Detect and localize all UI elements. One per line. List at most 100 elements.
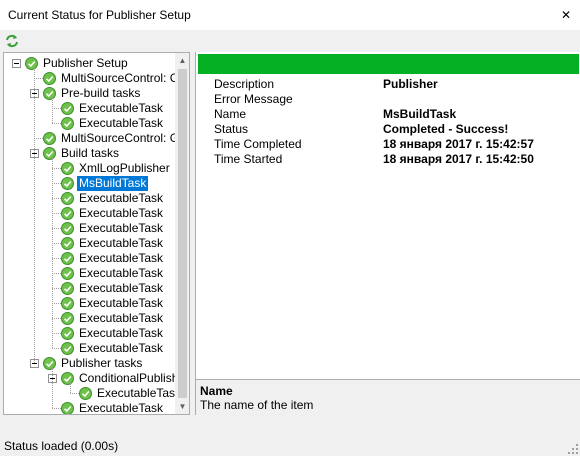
tree-node-label[interactable]: ExecutableTask [77, 236, 165, 251]
property-grid[interactable]: Description Publisher Error Message Name MsB… [198, 77, 579, 167]
tree-node[interactable]: ExecutableTask [4, 191, 175, 206]
tree-connector [52, 303, 61, 304]
tree-node[interactable]: ExecutableTask [4, 206, 175, 221]
property-row[interactable]: Time Started 18 января 2017 г. 15:42:50 [198, 152, 579, 167]
tree-node[interactable]: ExecutableTask [4, 101, 175, 116]
success-check-icon [61, 192, 74, 205]
tree-node[interactable]: MultiSourceControl: GetSources [4, 131, 175, 146]
success-check-icon [61, 222, 74, 235]
property-name: Status [214, 122, 249, 136]
tree-node[interactable]: ExecutableTask [4, 221, 175, 236]
tree-node-label[interactable]: ExecutableTask [77, 251, 165, 266]
tree-connector [52, 258, 61, 259]
tree-node[interactable]: ExecutableTask [4, 296, 175, 311]
tree-node-label[interactable]: MultiSourceControl: CheckoutSources [59, 71, 175, 86]
success-check-icon [25, 57, 38, 70]
property-row[interactable]: Description Publisher [198, 77, 579, 92]
tree-node[interactable]: ExecutableTask [4, 266, 175, 281]
tree-node[interactable]: Publisher tasks [4, 356, 175, 371]
property-value: MsBuildTask [383, 107, 457, 121]
refresh-icon[interactable] [3, 32, 21, 50]
tree-node-label[interactable]: ConditionalPublisher [77, 371, 175, 386]
tree-node-label[interactable]: ExecutableTask [77, 311, 165, 326]
tree-connector [34, 78, 43, 79]
tree-node[interactable]: Build tasks [4, 146, 175, 161]
tree-node[interactable]: Publisher Setup [4, 56, 175, 71]
tree-scrollbar[interactable]: ▲ ▼ [175, 53, 189, 414]
tree-node-label[interactable]: MultiSourceControl: GetSources [59, 131, 175, 146]
resize-grip-icon[interactable] [568, 444, 578, 454]
tree-connector [52, 228, 61, 229]
description-title: Name [200, 384, 233, 398]
tree-node[interactable]: ExecutableTask [4, 341, 175, 356]
title-bar: Current Status for Publisher Setup ✕ [0, 0, 580, 30]
tree-node-label[interactable]: ExecutableTask [77, 101, 165, 116]
tree-node-label[interactable]: Pre-build tasks [59, 86, 142, 101]
close-icon[interactable]: ✕ [558, 7, 574, 23]
tree-connector [52, 168, 61, 169]
tree-node-label[interactable]: ExecutableTask [77, 281, 165, 296]
tree-node[interactable]: ConditionalPublisher [4, 371, 175, 386]
success-check-icon [61, 327, 74, 340]
success-check-icon [61, 342, 74, 355]
success-check-icon [43, 357, 56, 370]
success-check-icon [61, 162, 74, 175]
success-check-icon [61, 207, 74, 220]
tree-node-label[interactable]: ExecutableTask [77, 191, 165, 206]
tree-connector [52, 273, 61, 274]
tree-connector [52, 408, 61, 409]
property-row[interactable]: Name MsBuildTask [198, 107, 579, 122]
tree-node[interactable]: ExecutableTask [4, 401, 175, 414]
tree-node[interactable]: ExecutableTask [4, 326, 175, 341]
tree-node-label[interactable]: ExecutableTask [77, 221, 165, 236]
tree-node-label[interactable]: ExecutableTask [77, 296, 165, 311]
tree-connector [52, 108, 61, 109]
tree-node-label[interactable]: ExecutableTask [77, 266, 165, 281]
tree-node[interactable]: MsBuildTask [4, 176, 175, 191]
tree-node-label[interactable]: XmlLogPublisher [77, 161, 172, 176]
tree-node[interactable]: XmlLogPublisher [4, 161, 175, 176]
success-check-icon [43, 132, 56, 145]
tree-guide-line [52, 158, 53, 348]
tree-node[interactable]: ExecutableTask [4, 311, 175, 326]
tree-connector [52, 123, 61, 124]
scroll-up-icon[interactable]: ▲ [175, 53, 189, 68]
status-text: Status loaded (0.00s) [4, 439, 119, 453]
tree-node-label[interactable]: Build tasks [59, 146, 121, 161]
collapse-toggle-icon[interactable] [12, 59, 21, 68]
tree-node[interactable]: Pre-build tasks [4, 86, 175, 101]
success-check-icon [61, 177, 74, 190]
tree-node[interactable]: ExecutableTask [4, 386, 175, 401]
tree-node[interactable]: MultiSourceControl: CheckoutSources [4, 71, 175, 86]
tree-node[interactable]: ExecutableTask [4, 236, 175, 251]
tree-node-label[interactable]: ExecutableTask [95, 386, 175, 401]
property-row[interactable]: Time Completed 18 января 2017 г. 15:42:57 [198, 137, 579, 152]
status-indicator-bar [198, 54, 579, 74]
property-name: Error Message [214, 92, 293, 106]
scroll-down-icon[interactable]: ▼ [175, 399, 189, 414]
tree-node-label[interactable]: ExecutableTask [77, 341, 165, 356]
success-check-icon [61, 102, 74, 115]
tree-node-label[interactable]: ExecutableTask [77, 401, 165, 414]
tree-node-label[interactable]: Publisher Setup [41, 56, 130, 71]
success-check-icon [43, 147, 56, 160]
tree-node-label[interactable]: Publisher tasks [59, 356, 144, 371]
tree-node[interactable]: ExecutableTask [4, 281, 175, 296]
property-row[interactable]: Error Message [198, 92, 579, 107]
tree-connector [52, 183, 61, 184]
tree-connector [34, 138, 43, 139]
property-name: Time Started [214, 152, 283, 166]
success-check-icon [61, 312, 74, 325]
tree-node-label[interactable]: ExecutableTask [77, 326, 165, 341]
tree-connector [52, 198, 61, 199]
task-tree[interactable]: Publisher SetupMultiSourceControl: Check… [3, 52, 190, 415]
property-row[interactable]: Status Completed - Success! [198, 122, 579, 137]
property-value: 18 января 2017 г. 15:42:50 [383, 152, 534, 166]
scroll-thumb[interactable] [178, 69, 187, 398]
tree-node-label[interactable]: ExecutableTask [77, 116, 165, 131]
toolbar [0, 30, 580, 52]
tree-node-label[interactable]: ExecutableTask [77, 206, 165, 221]
tree-node[interactable]: ExecutableTask [4, 251, 175, 266]
tree-node[interactable]: ExecutableTask [4, 116, 175, 131]
tree-node-label[interactable]: MsBuildTask [77, 176, 149, 191]
